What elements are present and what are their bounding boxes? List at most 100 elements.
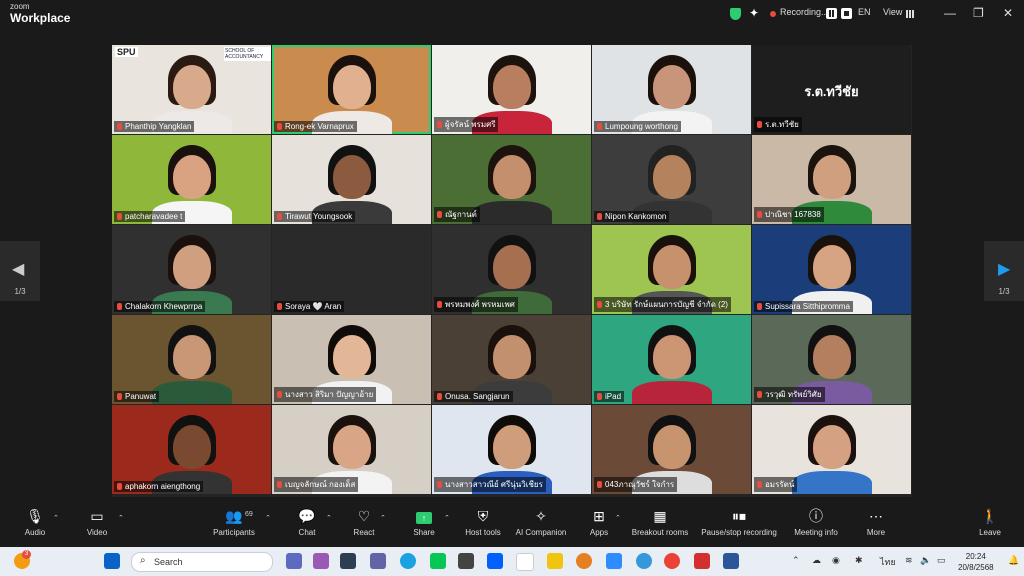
bluetooth-icon[interactable]: ✱ [855,555,863,566]
participant-tile[interactable]: Tirawut Youngsook [272,135,431,224]
participant-tile[interactable]: Onusa. Sangjarun [432,315,591,404]
share-options-chevron-icon[interactable]: ⌃ [444,514,450,522]
copilot-icon[interactable] [313,553,329,569]
app-icon-2[interactable] [636,553,652,569]
zoom-taskbar-icon[interactable] [606,553,622,569]
dropbox-icon[interactable] [487,553,503,569]
arrow-left-icon: ◀ [12,261,25,278]
task-view-icon[interactable] [286,553,302,569]
taskbar-search[interactable]: ⌕ Search [131,552,273,572]
ai-companion-button[interactable]: ✧ AI Companion [511,507,571,537]
teams-icon[interactable] [370,553,386,569]
participant-tile[interactable]: ปาณิชา 167838 [752,135,911,224]
store-icon[interactable] [340,553,356,569]
word-icon[interactable] [723,553,739,569]
language-button[interactable]: EN [858,7,871,17]
video-options-chevron-icon[interactable]: ⌃ [118,514,124,522]
volume-icon[interactable]: 🔈 [920,555,931,566]
muted-mic-icon [757,303,762,310]
participant-tile[interactable]: Soraya 🤍 Aran [272,225,431,314]
next-page-button[interactable]: ▶ 1/3 [984,241,1024,301]
participants-options-chevron-icon[interactable]: ⌃ [265,514,271,522]
participant-tile[interactable]: Chalakorn Khewprrpa [112,225,271,314]
close-icon[interactable]: ✕ [1003,6,1013,20]
wifi-icon[interactable]: ≋ [905,555,913,566]
breakout-rooms-button[interactable]: ▦ Breakout rooms [630,507,690,537]
participant-tile[interactable]: aphakorn aiengthong [112,405,271,494]
muted-mic-icon [277,123,282,130]
battery-icon[interactable]: ▭ [937,555,946,566]
participant-tile[interactable]: อมรรัตน์ [752,405,911,494]
participant-tile[interactable]: Supissara Sitthipromma [752,225,911,314]
participant-tile[interactable]: ร.ต.ทวีชัย ร.ต.ทวีชัย [752,45,911,134]
previous-page-button[interactable]: ◀ 1/3 [0,241,40,301]
participant-tile[interactable]: Lumpoung worthong [592,45,751,134]
more-button[interactable]: ⋯ More [846,507,906,537]
cloud-icon[interactable]: ☁ [812,555,821,566]
participant-tile[interactable]: 043ภาณุวัชร์ ใจกำร [592,405,751,494]
participant-tile[interactable]: iPad [592,315,751,404]
chat-label: Chat [298,528,316,537]
input-language[interactable]: ไทย [880,555,896,569]
chat-button[interactable]: 💬 Chat [277,507,337,537]
apps-options-chevron-icon[interactable]: ⌃ [615,514,621,522]
gallery-grid-icon[interactable] [906,10,914,18]
minimize-icon[interactable]: — [944,6,956,20]
audio-button[interactable]: 🎙 Audio [5,507,65,537]
participant-tile[interactable]: Panuwat [112,315,271,404]
participant-tile[interactable]: ณัฐกานต์ [432,135,591,224]
tray-chevron-icon[interactable]: ⌃ [792,555,800,566]
chat-options-chevron-icon[interactable]: ⌃ [326,514,332,522]
acrobat-icon[interactable] [694,553,710,569]
participant-tile[interactable]: patcharavadee t [112,135,271,224]
video-button[interactable]: ▭ Video [67,507,127,537]
edge-icon[interactable] [400,553,416,569]
participant-tile[interactable]: SPU SCHOOL OF ACCOUNTANCY Phanthip Yangkla… [112,45,271,134]
host-tools-button[interactable]: ⛨ Host tools [453,507,513,537]
windows-start-icon[interactable] [104,553,120,569]
file-explorer-icon[interactable] [547,553,563,569]
apps-button[interactable]: ⊞ Apps [569,507,629,537]
participant-tile[interactable]: นางสาว สิริมา ปัญญาอ้าย [272,315,431,404]
chrome-icon[interactable] [664,553,680,569]
system-clock[interactable]: 20:24 20/8/2568 [958,551,994,573]
share-label: Share [413,528,435,537]
participant-tile[interactable]: ผู้จรัลน์ พรมศรี [432,45,591,134]
breakout-grid-icon: ▦ [653,508,667,524]
leave-label: Leave [979,528,1001,537]
amazon-icon[interactable] [516,553,534,571]
participant-tile[interactable]: พรหมพงศ์ พรหมเพศ [432,225,591,314]
participant-tile[interactable]: Rong-ek Varnaprux [272,45,431,134]
audio-options-chevron-icon[interactable]: ⌃ [53,514,59,522]
line-icon[interactable] [430,553,446,569]
recording-status: Recording... [780,7,829,17]
stop-recording-button[interactable] [841,8,852,19]
pause-stop-recording-button[interactable]: ⏸⏹ Pause/stop recording [697,507,781,537]
participant-tile[interactable]: Nipon Kankomon [592,135,751,224]
pause-recording-button[interactable] [826,8,837,19]
participant-body [632,381,712,404]
participant-tile[interactable]: 3 บริษัท รักษ์แผนการบัญชี จำกัด (2) [592,225,751,314]
participant-name: เบญจลักษณ์ กองเด็ส [285,480,356,489]
security-shield-icon[interactable] [730,8,741,20]
notifications-bell-icon[interactable]: 🔔 [1008,555,1019,566]
firefox-icon[interactable] [576,553,592,569]
participant-name: วรวุฒิ ทรัพย์วิศัย [765,390,822,399]
participant-tile[interactable]: วรวุฒิ ทรัพย์วิศัย [752,315,911,404]
participant-face [813,335,851,379]
react-button[interactable]: ♡ React [334,507,394,537]
participant-tile[interactable]: เบญจลักษณ์ กองเด็ส [272,405,431,494]
app-icon-1[interactable] [458,553,474,569]
participant-name: Soraya 🤍 Aran [285,302,342,311]
clock-time: 20:24 [965,552,986,561]
tray-app-icon[interactable]: ◉ [832,555,840,566]
share-button[interactable]: ↑ Share [394,507,454,537]
view-button[interactable]: View [883,7,902,17]
restore-icon[interactable]: ❐ [973,6,984,20]
participants-button[interactable]: 👥 Participants [204,507,264,537]
meeting-info-button[interactable]: ⓘ Meeting info [786,507,846,537]
participant-tile[interactable]: นางสาวสาวณีย์ ศรีนุ่นวิเชียร [432,405,591,494]
ai-sparkle-icon[interactable]: ✦ [749,6,759,20]
leave-button[interactable]: 🚶 Leave [960,507,1020,537]
react-options-chevron-icon[interactable]: ⌃ [380,514,386,522]
